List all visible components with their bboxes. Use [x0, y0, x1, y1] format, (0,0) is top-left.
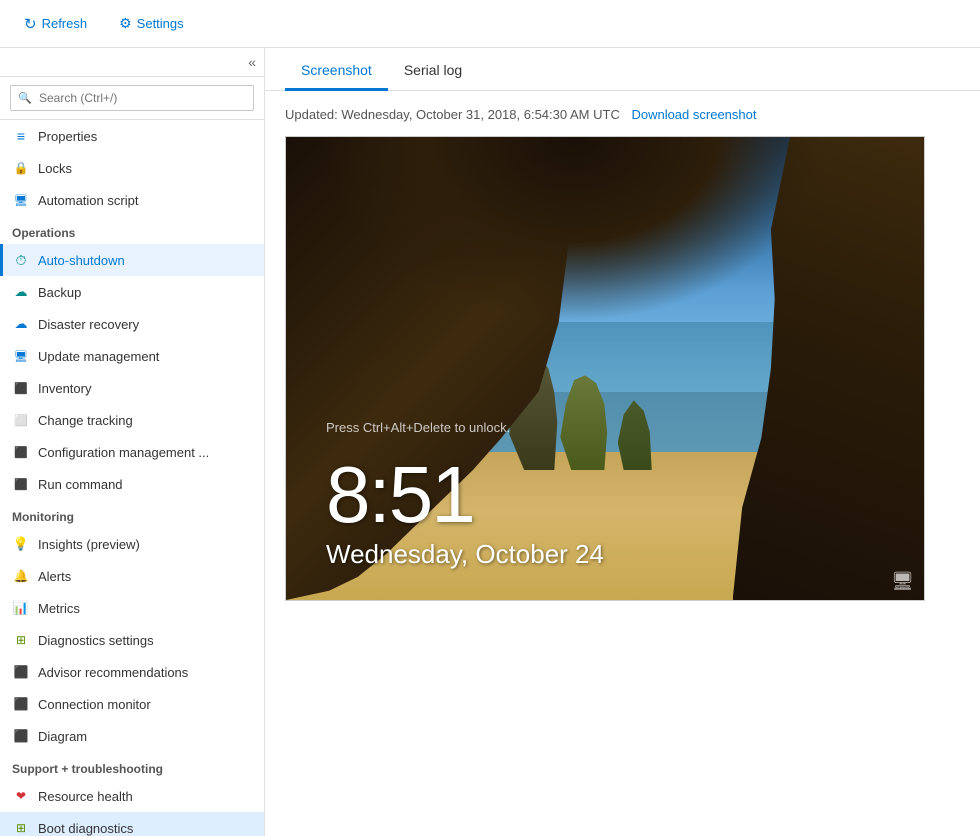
- sidebar-item-boot-diagnostics[interactable]: ⊞ Boot diagnostics: [0, 812, 264, 836]
- auto-shutdown-label: Auto-shutdown: [38, 253, 125, 268]
- inventory-label: Inventory: [38, 381, 91, 396]
- refresh-icon: ↻: [24, 15, 37, 33]
- screen-overlay: Press Ctrl+Alt+Delete to unlock. 8:51 We…: [286, 137, 924, 600]
- metrics-icon: 📊: [12, 599, 30, 617]
- sidebar-item-inventory[interactable]: ⬛ Inventory: [0, 372, 264, 404]
- sidebar-item-automation-script[interactable]: 🖥 Automation script: [0, 184, 264, 216]
- content-body: Updated: Wednesday, October 31, 2018, 6:…: [265, 91, 980, 617]
- insights-label: Insights (preview): [38, 537, 140, 552]
- sidebar-item-auto-shutdown[interactable]: ⏱ Auto-shutdown: [0, 244, 264, 276]
- settings-icon: ⚙: [119, 15, 132, 32]
- sidebar-item-backup[interactable]: ☁ Backup: [0, 276, 264, 308]
- toolbar: ↻ Refresh ⚙ Settings: [0, 0, 980, 48]
- update-management-icon: 🖥: [12, 347, 30, 365]
- disaster-recovery-icon: ☁: [12, 315, 30, 333]
- sidebar-item-disaster-recovery[interactable]: ☁ Disaster recovery: [0, 308, 264, 340]
- automation-script-icon: 🖥: [12, 191, 30, 209]
- sidebar-item-change-tracking[interactable]: ⬜ Change tracking: [0, 404, 264, 436]
- sidebar-item-run-command[interactable]: ⬛ Run command: [0, 468, 264, 500]
- properties-label: Properties: [38, 129, 97, 144]
- search-input[interactable]: [10, 85, 254, 111]
- content-area: Screenshot Serial log Updated: Wednesday…: [265, 48, 980, 836]
- locks-label: Locks: [38, 161, 72, 176]
- support-section-header: Support + troubleshooting: [0, 752, 264, 780]
- resource-health-icon: ❤: [12, 787, 30, 805]
- automation-script-label: Automation script: [38, 193, 138, 208]
- diagram-icon: ⬛: [12, 727, 30, 745]
- inventory-icon: ⬛: [12, 379, 30, 397]
- download-screenshot-link[interactable]: Download screenshot: [631, 107, 756, 122]
- sidebar-item-diagram[interactable]: ⬛ Diagram: [0, 720, 264, 752]
- sidebar-item-insights-preview[interactable]: 💡 Insights (preview): [0, 528, 264, 560]
- sidebar-item-diagnostics-settings[interactable]: ⊞ Diagnostics settings: [0, 624, 264, 656]
- change-tracking-label: Change tracking: [38, 413, 133, 428]
- sidebar: « 🔍 ≡ Properties 🔒 Locks 🖥 Automation sc…: [0, 48, 265, 836]
- date-display: Wednesday, October 24: [326, 539, 884, 570]
- tabs-bar: Screenshot Serial log: [265, 48, 980, 91]
- settings-button[interactable]: ⚙ Settings: [111, 11, 192, 36]
- alerts-icon: 🔔: [12, 567, 30, 585]
- update-bar: Updated: Wednesday, October 31, 2018, 6:…: [285, 107, 960, 122]
- backup-label: Backup: [38, 285, 81, 300]
- properties-icon: ≡: [12, 127, 30, 145]
- sidebar-item-metrics[interactable]: 📊 Metrics: [0, 592, 264, 624]
- sidebar-item-update-management[interactable]: 🖥 Update management: [0, 340, 264, 372]
- advisor-icon: ⬛: [12, 663, 30, 681]
- sidebar-search-container: 🔍: [0, 77, 264, 120]
- sidebar-item-properties[interactable]: ≡ Properties: [0, 120, 264, 152]
- diagram-label: Diagram: [38, 729, 87, 744]
- configuration-management-icon: ⬛: [12, 443, 30, 461]
- connection-monitor-label: Connection monitor: [38, 697, 151, 712]
- main-layout: « 🔍 ≡ Properties 🔒 Locks 🖥 Automation sc…: [0, 48, 980, 836]
- tab-serial-log[interactable]: Serial log: [388, 48, 478, 91]
- operations-section-header: Operations: [0, 216, 264, 244]
- sidebar-collapse-button[interactable]: «: [0, 48, 264, 77]
- sidebar-item-connection-monitor[interactable]: ⬛ Connection monitor: [0, 688, 264, 720]
- diagnostics-settings-icon: ⊞: [12, 631, 30, 649]
- resource-health-label: Resource health: [38, 789, 133, 804]
- boot-diagnostics-icon: ⊞: [12, 819, 30, 836]
- settings-label: Settings: [137, 16, 184, 31]
- sidebar-item-configuration-management[interactable]: ⬛ Configuration management ...: [0, 436, 264, 468]
- update-management-label: Update management: [38, 349, 159, 364]
- update-text: Updated: Wednesday, October 31, 2018, 6:…: [285, 107, 620, 122]
- refresh-label: Refresh: [42, 16, 88, 31]
- time-display: 8:51: [326, 455, 884, 535]
- connection-monitor-icon: ⬛: [12, 695, 30, 713]
- metrics-label: Metrics: [38, 601, 80, 616]
- monitor-symbol: 🖥: [891, 571, 914, 591]
- locks-icon: 🔒: [12, 159, 30, 177]
- screenshot-image: Press Ctrl+Alt+Delete to unlock. 8:51 We…: [285, 136, 925, 601]
- run-command-label: Run command: [38, 477, 123, 492]
- configuration-management-label: Configuration management ...: [38, 445, 209, 460]
- search-icon: 🔍: [18, 92, 32, 105]
- change-tracking-icon: ⬜: [12, 411, 30, 429]
- sidebar-item-advisor-recommendations[interactable]: ⬛ Advisor recommendations: [0, 656, 264, 688]
- alerts-label: Alerts: [38, 569, 71, 584]
- refresh-button[interactable]: ↻ Refresh: [16, 11, 95, 37]
- tab-screenshot[interactable]: Screenshot: [285, 48, 388, 91]
- insights-icon: 💡: [12, 535, 30, 553]
- sidebar-item-alerts[interactable]: 🔔 Alerts: [0, 560, 264, 592]
- sidebar-item-resource-health[interactable]: ❤ Resource health: [0, 780, 264, 812]
- boot-diagnostics-label: Boot diagnostics: [38, 821, 133, 836]
- diagnostics-settings-label: Diagnostics settings: [38, 633, 154, 648]
- disaster-recovery-label: Disaster recovery: [38, 317, 139, 332]
- monitor-icon: 🖥: [891, 571, 914, 592]
- monitoring-section-header: Monitoring: [0, 500, 264, 528]
- scene: Press Ctrl+Alt+Delete to unlock. 8:51 We…: [286, 137, 924, 600]
- backup-icon: ☁: [12, 283, 30, 301]
- advisor-label: Advisor recommendations: [38, 665, 188, 680]
- chevron-left-icon: «: [248, 54, 256, 70]
- auto-shutdown-icon: ⏱: [12, 251, 30, 269]
- run-command-icon: ⬛: [12, 475, 30, 493]
- unlock-text: Press Ctrl+Alt+Delete to unlock.: [326, 420, 884, 435]
- sidebar-item-locks[interactable]: 🔒 Locks: [0, 152, 264, 184]
